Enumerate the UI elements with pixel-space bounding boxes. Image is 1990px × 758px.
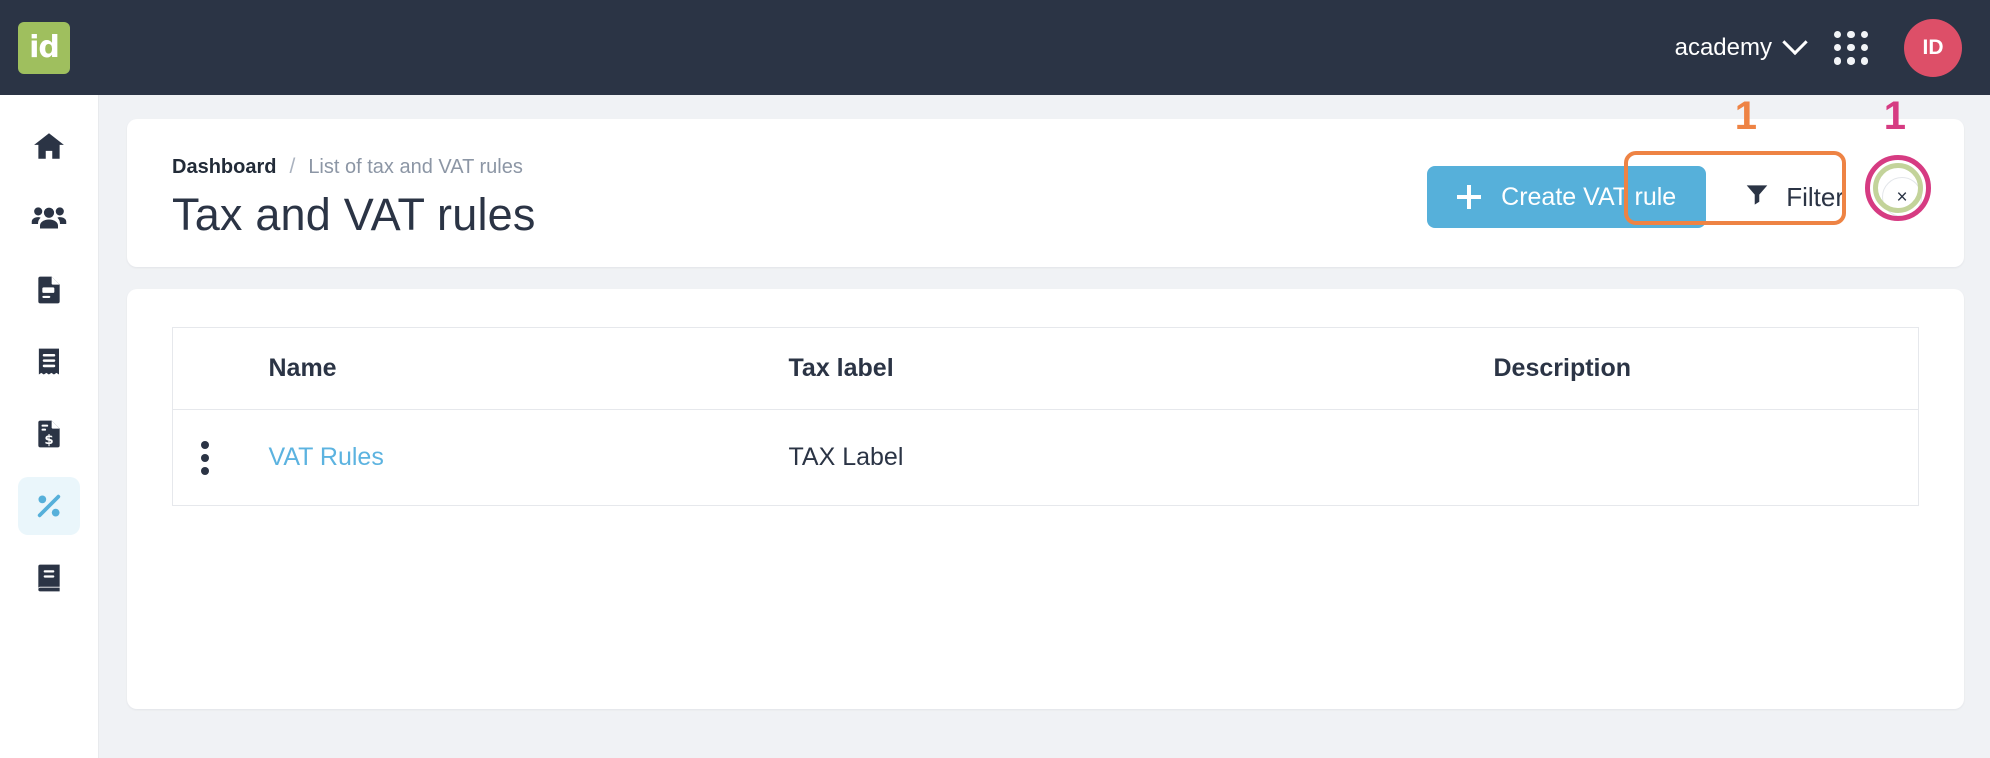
sidebar-item-quotes[interactable] [18, 261, 80, 319]
table-header-description: Description [1493, 327, 1919, 410]
apps-dot [1860, 57, 1868, 65]
kebab-dot [201, 440, 209, 449]
receipt-icon [33, 346, 65, 378]
table-card: Name Tax label Description VAT Rules TAX… [127, 289, 1964, 709]
apps-dot [1860, 30, 1868, 38]
table-body: VAT Rules TAX Label [172, 409, 1919, 506]
filter-button[interactable]: Filter [1728, 171, 1860, 223]
sidebar-item-receipts[interactable] [18, 333, 80, 391]
book-icon [33, 562, 65, 594]
vat-rules-table: Name Tax label Description VAT Rules TAX… [172, 327, 1919, 506]
kebab-dot [201, 453, 209, 462]
chevron-down-icon [1782, 29, 1808, 55]
breadcrumb-current: List of tax and VAT rules [308, 155, 523, 178]
topbar-right-group: academy ID [1674, 18, 1990, 77]
create-vat-rule-label: Create VAT rule [1501, 182, 1677, 211]
create-vat-rule-button[interactable]: Create VAT rule [1427, 166, 1707, 228]
avatar[interactable]: ID [1904, 18, 1962, 77]
apps-dot [1834, 57, 1842, 65]
table-header-name: Name [268, 327, 789, 410]
table-header-row: Name Tax label Description [172, 327, 1919, 410]
kebab-dot [201, 466, 209, 475]
people-icon [31, 200, 67, 236]
table-header-tax-label: Tax label [788, 327, 1494, 410]
table-head: Name Tax label Description [172, 327, 1919, 410]
apps-dot [1847, 30, 1855, 38]
document-contract-icon [33, 274, 65, 306]
svg-text:$: $ [44, 433, 53, 448]
apps-dot [1834, 43, 1842, 52]
main-content: Dashboard / List of tax and VAT rules Ta… [99, 94, 1990, 758]
apps-dot [1834, 30, 1842, 38]
page-header-card: Dashboard / List of tax and VAT rules Ta… [127, 94, 1964, 267]
table-row[interactable]: VAT Rules TAX Label [172, 409, 1919, 506]
apps-dot [1847, 43, 1855, 52]
kebab-menu-icon[interactable] [201, 440, 209, 475]
sidebar-item-ledger[interactable] [18, 549, 80, 607]
id-logo[interactable]: id [18, 21, 70, 74]
filter-label: Filter [1786, 181, 1844, 212]
row-description [1493, 409, 1919, 506]
plus-icon [1457, 185, 1482, 209]
org-switcher[interactable]: academy [1674, 29, 1808, 62]
breadcrumb-dashboard[interactable]: Dashboard [172, 156, 276, 179]
apps-grid-icon[interactable] [1834, 30, 1868, 65]
row-tax-label: TAX Label [788, 409, 1494, 506]
row-name-link[interactable]: VAT Rules [268, 409, 789, 506]
sidebar-item-customers[interactable] [18, 189, 80, 247]
sidebar-item-home[interactable] [18, 117, 80, 175]
sidebar-item-tax-vat-rules[interactable] [18, 477, 80, 535]
sidebar: $ [0, 95, 99, 758]
annotation-number-filter: 1 [1734, 94, 1757, 138]
page-actions: Create VAT rule Filter × [1427, 166, 1922, 228]
percent-icon [33, 490, 65, 522]
breadcrumb-separator: / [289, 155, 296, 178]
annotation-number-close: 1 [1883, 94, 1906, 138]
close-button[interactable]: × [1882, 177, 1922, 217]
org-name: academy [1674, 33, 1772, 61]
row-actions-cell [172, 409, 269, 506]
top-bar: id academy ID [0, 0, 1990, 95]
table-header-actions [172, 327, 269, 410]
funnel-icon [1744, 181, 1770, 214]
apps-dot [1860, 43, 1868, 52]
home-icon [32, 129, 66, 163]
invoice-dollar-icon: $ [33, 418, 65, 450]
sidebar-item-invoices[interactable]: $ [18, 405, 80, 463]
apps-dot [1847, 57, 1855, 65]
